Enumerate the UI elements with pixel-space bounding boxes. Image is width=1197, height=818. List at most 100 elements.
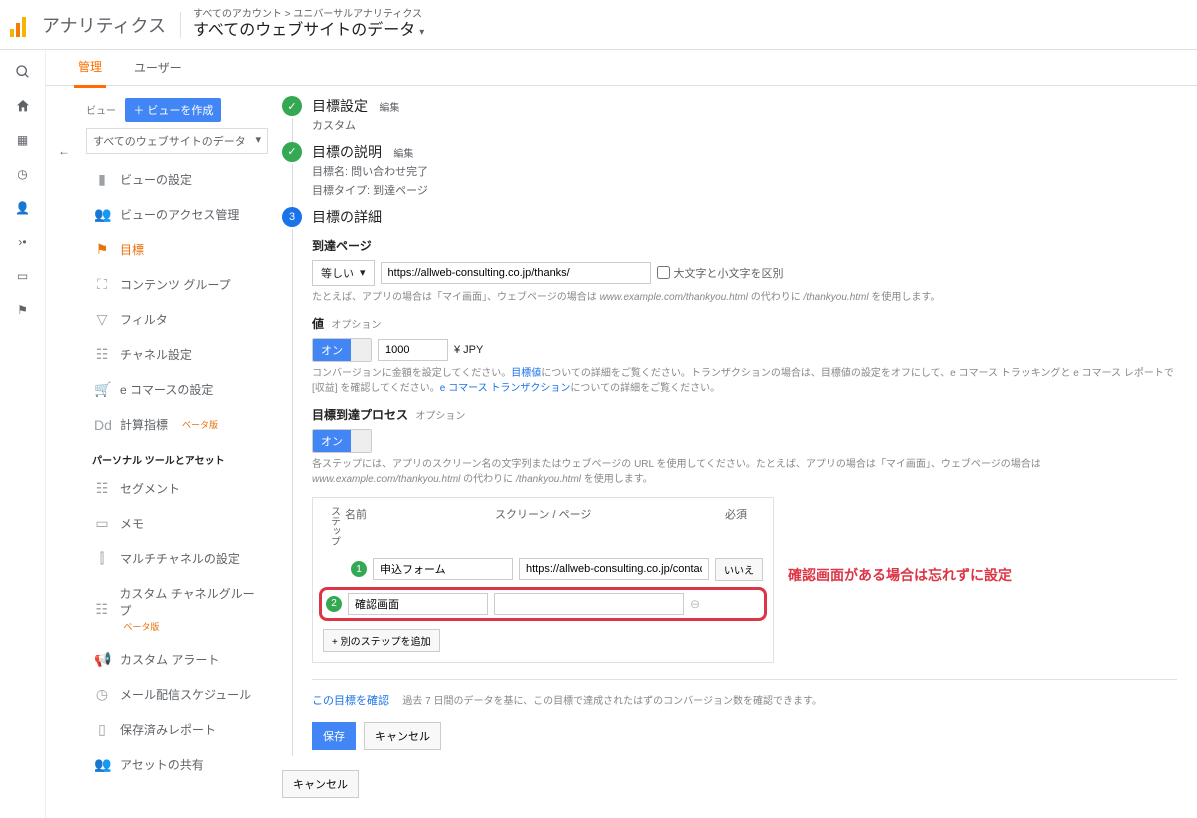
sidebar-item-filters[interactable]: ▽フィルタ (86, 302, 268, 337)
add-step-button[interactable]: + 別のステップを追加 (323, 629, 440, 652)
sidebar-item-goals[interactable]: ⚑目標 (86, 232, 268, 267)
step-1-edit[interactable]: 編集 (379, 103, 399, 114)
sidebar-item-channel[interactable]: ☷チャネル設定 (86, 337, 268, 372)
app-header: アナリティクス すべてのアカウント > ユニバーサルアナリティクス すべてのウェ… (0, 0, 1197, 50)
value-amount-input[interactable] (378, 339, 448, 361)
sidebar-item-alerts[interactable]: 📢カスタム アラート (86, 642, 268, 677)
funnel-1-required-toggle[interactable]: いいえ (715, 558, 763, 581)
cart-icon: 🛒 (94, 381, 110, 398)
funnel-step-1-badge: 1 (351, 561, 367, 577)
verify-note: 過去 7 日間のデータを基に、この目標で達成されたはずのコンバージョン数を確認で… (402, 696, 822, 707)
col-screen: スクリーン / ページ (495, 506, 695, 546)
sidebar-item-custom-channel[interactable]: ☷カスタム チャネルグループベータ版 (86, 576, 268, 642)
app-name: アナリティクス (42, 12, 181, 38)
chevron-down-icon: ▾ (419, 26, 424, 39)
value-help: コンバージョンに金額を設定してください。目標値についての詳細をご覧ください。トラ… (312, 366, 1177, 396)
sidebar-item-calc-metrics[interactable]: Dd計算指標ベータ版 (86, 407, 268, 442)
sidebar-section-personal: パーソナル ツールとアセット (92, 452, 268, 467)
funnel-header-row: ステップ 名前 スクリーン / ページ 必須 (313, 498, 773, 554)
back-button[interactable]: ← (46, 86, 82, 818)
filter-icon: ▽ (94, 311, 110, 328)
funnel-2-name-input[interactable] (348, 593, 488, 615)
report-icon: ▯ (94, 721, 110, 738)
segment-icon: ☷ (94, 480, 110, 497)
sidebar-item-saved-reports[interactable]: ▯保存済みレポート (86, 712, 268, 747)
acquisition-icon[interactable]: ›• (15, 234, 31, 250)
goal-type: 目標タイプ: 到達ページ (312, 183, 1177, 201)
funnel-2-url-input[interactable] (494, 593, 684, 615)
destination-label: 到達ページ (312, 239, 372, 253)
step-1-subtitle: カスタム (312, 118, 1177, 136)
sidebar-item-notes[interactable]: ▭メモ (86, 506, 268, 541)
value-label: 値 (312, 317, 324, 331)
funnel-1-url-input[interactable] (519, 558, 709, 580)
tab-bar: 管理 ユーザー (46, 50, 1197, 86)
sidebar-item-access[interactable]: 👥ビューのアクセス管理 (86, 197, 268, 232)
sidebar-item-email-schedule[interactable]: ◷メール配信スケジュール (86, 677, 268, 712)
step-1-title: 目標設定 (312, 98, 368, 114)
sidebar-item-segments[interactable]: ☷セグメント (86, 471, 268, 506)
people-icon: 👥 (94, 206, 110, 223)
left-rail: ▦ ◷ 👤 ›• ▭ ⚑ (0, 50, 46, 818)
funnel-label: 目標到達プロセス (312, 408, 408, 422)
customize-icon[interactable]: ▦ (15, 132, 31, 148)
channel-icon: ☷ (94, 346, 110, 363)
remove-step-icon[interactable]: ⊖ (690, 597, 700, 611)
group-icon: ⛶ (94, 276, 110, 293)
create-view-button[interactable]: ＋ ビューを作成 (125, 98, 221, 122)
sidebar-item-view-settings[interactable]: ▮ビューの設定 (86, 162, 268, 197)
destination-help: たとえば、アプリの場合は「マイ画面」、ウェブページの場合は www.exampl… (312, 290, 1177, 305)
home-icon[interactable] (15, 98, 31, 114)
funnel-table: ステップ 名前 スクリーン / ページ 必須 1 (312, 497, 774, 663)
verify-goal-link[interactable]: この目標を確認 (312, 695, 389, 707)
sidebar-item-content-groups[interactable]: ⛶コンテンツ グループ (86, 267, 268, 302)
funnel-row-2-highlight: 2 ⊖ (319, 587, 767, 621)
tab-users[interactable]: ユーザー (130, 49, 186, 86)
realtime-icon[interactable]: ◷ (15, 166, 31, 182)
breadcrumb: すべてのアカウント > ユニバーサルアナリティクス (193, 8, 424, 21)
step-2-indicator: ✓ (282, 142, 302, 162)
case-sensitive-checkbox[interactable]: 大文字と小文字を区別 (657, 265, 784, 281)
note-icon: ▭ (94, 515, 110, 532)
goal-value-link[interactable]: 目標値 (511, 368, 541, 379)
value-toggle[interactable]: オン (312, 338, 372, 362)
property-name: すべてのウェブサイトのデータ (193, 22, 415, 39)
funnel-1-name-input[interactable] (373, 558, 513, 580)
page-icon: ▮ (94, 171, 110, 188)
match-type-dropdown[interactable]: 等しい▾ (312, 260, 375, 286)
sidebar-item-share-assets[interactable]: 👥アセットの共有 (86, 747, 268, 782)
view-sidebar: ビュー ＋ ビューを作成 すべてのウェブサイトのデータ▾ ▮ビューの設定 👥ビュ… (82, 86, 272, 818)
step-3-indicator: 3 (282, 207, 302, 227)
view-label: ビュー (86, 106, 116, 117)
col-name: 名前 (345, 506, 495, 546)
cancel-outer-button[interactable]: キャンセル (282, 770, 359, 798)
analytics-logo (10, 13, 34, 37)
megaphone-icon: 📢 (94, 651, 110, 668)
goal-name: 目標名: 問い合わせ完了 (312, 164, 1177, 182)
step-2-edit[interactable]: 編集 (393, 149, 413, 160)
funnel-row-1: 1 いいえ (313, 554, 773, 585)
step-2-title: 目標の説明 (312, 144, 382, 160)
sidebar-item-multichannel[interactable]: ⫿マルチチャネルの設定 (86, 541, 268, 576)
property-selector[interactable]: すべてのアカウント > ユニバーサルアナリティクス すべてのウェブサイトのデータ… (193, 8, 424, 42)
chart-icon: ⫿ (94, 550, 110, 567)
goal-editor: ✓ 目標設定 編集 カスタム ✓ 目標の説明 編集 目標名: 問い合わせ完了 目… (272, 86, 1197, 818)
conversions-icon[interactable]: ⚑ (15, 302, 31, 318)
tab-admin[interactable]: 管理 (74, 48, 106, 88)
ecom-transaction-link[interactable]: e コマース トランザクション (440, 383, 571, 394)
cancel-button[interactable]: キャンセル (364, 722, 441, 750)
sidebar-item-ecommerce[interactable]: 🛒e コマースの設定 (86, 372, 268, 407)
flag-icon: ⚑ (94, 241, 110, 258)
currency-label: ¥ JPY (454, 344, 483, 356)
audience-icon[interactable]: 👤 (15, 200, 31, 216)
callout-text: 確認画面がある場合は忘れずに設定 (788, 565, 1012, 585)
destination-url-input[interactable] (381, 262, 651, 284)
funnel-step-2-badge: 2 (326, 596, 342, 612)
save-button[interactable]: 保存 (312, 722, 356, 750)
search-icon[interactable] (15, 64, 31, 80)
funnel-help: 各ステップには、アプリのスクリーン名の文字列またはウェブページの URL を使用… (312, 457, 1177, 487)
funnel-toggle[interactable]: オン (312, 429, 372, 453)
custom-icon: ☷ (94, 601, 109, 618)
view-selector[interactable]: すべてのウェブサイトのデータ▾ (86, 128, 268, 154)
behavior-icon[interactable]: ▭ (15, 268, 31, 284)
